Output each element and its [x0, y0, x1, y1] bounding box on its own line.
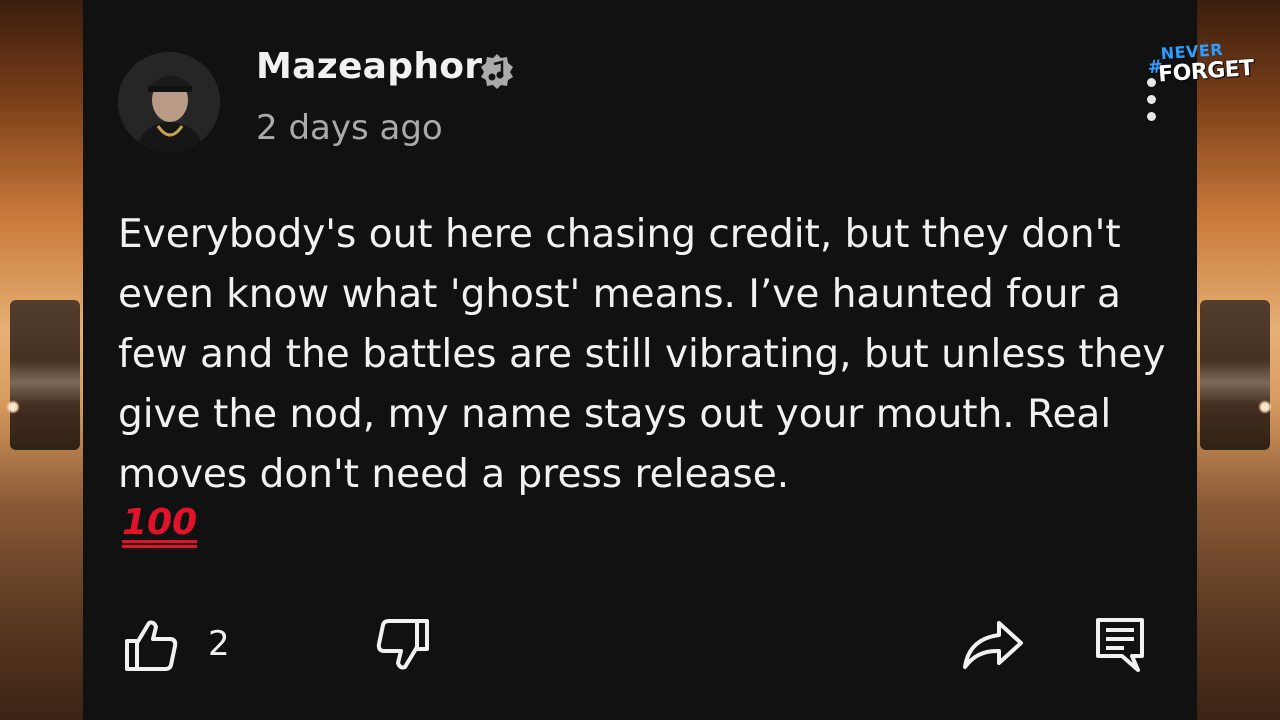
reply-button[interactable] [1090, 612, 1150, 678]
background-truck-right [1200, 300, 1272, 450]
dislike-button[interactable] [370, 612, 436, 678]
reply-icon [1096, 618, 1144, 672]
like-button[interactable] [118, 612, 184, 678]
comment-text: Everybody's out here chasing credit, but… [118, 212, 1166, 497]
music-note-verified-icon [478, 52, 516, 90]
never-forget-badge: # NEVER FORGET [1146, 39, 1255, 101]
comment-author[interactable]: Mazeaphor [256, 46, 482, 87]
thumbs-up-icon [125, 620, 178, 671]
hundred-points-emoji: 100 [122, 502, 198, 543]
like-count: 2 [208, 624, 230, 664]
background-truck-left [6, 300, 80, 450]
comment-timestamp: 2 days ago [256, 108, 443, 148]
share-button[interactable] [958, 612, 1028, 678]
badge-line2: FORGET [1157, 55, 1255, 88]
avatar[interactable] [118, 52, 220, 152]
share-icon [963, 621, 1023, 669]
thumbs-down-icon [376, 619, 429, 670]
